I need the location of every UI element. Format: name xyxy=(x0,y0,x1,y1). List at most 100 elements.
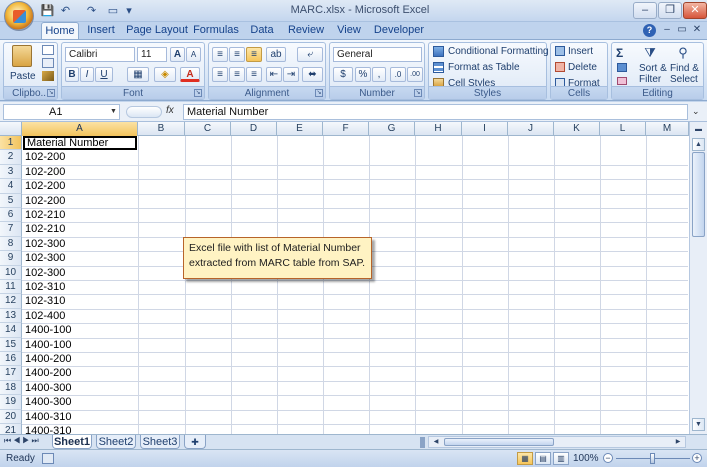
copy-icon[interactable] xyxy=(42,58,54,68)
row-header[interactable]: 2 xyxy=(0,150,22,165)
decrease-decimal-button[interactable]: .00 xyxy=(407,67,423,82)
row-header[interactable]: 9 xyxy=(0,251,22,266)
format-as-table-button[interactable]: Format as Table xyxy=(448,62,520,73)
clear-icon[interactable] xyxy=(617,77,627,85)
insert-sheet-icon[interactable]: ✚ xyxy=(184,435,206,449)
merge-center-icon[interactable]: ⬌ xyxy=(302,67,323,82)
italic-button[interactable]: I xyxy=(80,67,94,82)
insert-function-icon[interactable]: fx xyxy=(166,105,174,116)
column-header-a[interactable]: A xyxy=(22,122,138,136)
column-header-k[interactable]: K xyxy=(554,122,600,136)
row-header[interactable]: 11 xyxy=(0,280,22,295)
name-box-dropdown-icon[interactable]: ▼ xyxy=(110,108,117,115)
cell[interactable]: 1400-310 xyxy=(23,424,137,434)
cell[interactable]: 1400-100 xyxy=(23,323,137,337)
column-header-c[interactable]: C xyxy=(185,122,231,136)
tab-developer[interactable]: Developer xyxy=(370,22,428,39)
decrease-indent-icon[interactable]: ⇤ xyxy=(266,67,282,82)
cell[interactable]: 102-200 xyxy=(23,194,137,208)
cell[interactable]: 102-400 xyxy=(23,309,137,323)
align-center-icon[interactable]: ≡ xyxy=(229,67,245,82)
cell[interactable]: 102-310 xyxy=(23,294,137,308)
row-header[interactable]: 19 xyxy=(0,395,22,410)
close-button[interactable]: ✕ xyxy=(683,2,707,19)
font-name-combo[interactable]: Calibri xyxy=(65,47,135,62)
column-header-b[interactable]: B xyxy=(138,122,185,136)
scroll-down-icon[interactable]: ▼ xyxy=(692,418,705,431)
tab-home[interactable]: Home xyxy=(41,22,79,39)
minimize-button[interactable]: – xyxy=(633,2,657,19)
tab-review[interactable]: Review xyxy=(284,22,328,39)
column-header-g[interactable]: G xyxy=(369,122,415,136)
sheet-tab-sheet3[interactable]: Sheet3 xyxy=(140,435,180,449)
help-icon[interactable]: ? xyxy=(643,24,656,37)
cell[interactable]: 102-210 xyxy=(23,222,137,236)
horizontal-scrollbar[interactable]: ◀ ▶ xyxy=(428,436,686,448)
font-launcher-icon[interactable]: ↘ xyxy=(194,89,202,97)
cell[interactable]: 102-300 xyxy=(23,266,137,280)
row-header[interactable]: 7 xyxy=(0,222,22,237)
paste-icon[interactable] xyxy=(12,45,32,67)
find-select-label-2[interactable]: Select xyxy=(670,74,698,85)
cell[interactable]: 1400-200 xyxy=(23,352,137,366)
formula-input[interactable]: Material Number xyxy=(183,104,688,120)
name-box[interactable]: A1 xyxy=(3,104,120,120)
fill-color-button[interactable]: ◈ xyxy=(154,67,176,82)
font-size-combo[interactable]: 11 xyxy=(137,47,167,62)
number-launcher-icon[interactable]: ↘ xyxy=(414,89,422,97)
font-color-button[interactable]: A xyxy=(180,67,200,82)
cell[interactable]: 1400-300 xyxy=(23,395,137,409)
sheet-nav-arrows-icon[interactable]: ⏮◀▶⏭ xyxy=(4,436,41,446)
scroll-left-icon[interactable]: ◀ xyxy=(430,437,442,447)
underline-button[interactable]: U xyxy=(95,67,113,82)
currency-button[interactable]: $ xyxy=(333,67,353,82)
row-header[interactable]: 14 xyxy=(0,323,22,338)
wrap-text-icon[interactable]: ⤶ xyxy=(297,47,323,62)
tab-insert[interactable]: Insert xyxy=(82,22,120,39)
workbook-minimize-button[interactable]: – xyxy=(660,24,674,37)
fill-icon[interactable] xyxy=(617,63,627,72)
qat-customize-icon[interactable]: ▾ xyxy=(124,4,134,18)
increase-decimal-button[interactable]: .0 xyxy=(390,67,406,82)
row-header[interactable]: 18 xyxy=(0,380,22,396)
increase-indent-icon[interactable]: ⇥ xyxy=(283,67,299,82)
row-header[interactable]: 15 xyxy=(0,337,22,352)
tab-split-handle[interactable] xyxy=(420,437,425,448)
zoom-slider-thumb[interactable] xyxy=(650,453,655,464)
cell[interactable]: 1400-300 xyxy=(23,381,137,395)
grow-font-button[interactable]: A xyxy=(170,47,185,62)
paste-button-label[interactable]: Paste xyxy=(10,71,36,82)
cell[interactable]: 102-200 xyxy=(23,179,137,193)
alignment-launcher-icon[interactable]: ↘ xyxy=(315,89,323,97)
clipboard-launcher-icon[interactable]: ↘ xyxy=(47,89,55,97)
row-header[interactable]: 3 xyxy=(0,164,22,180)
macro-record-icon[interactable] xyxy=(42,453,54,464)
select-all-corner[interactable] xyxy=(0,122,22,136)
column-header-i[interactable]: I xyxy=(462,122,508,136)
orientation-icon[interactable]: ab xyxy=(266,47,286,62)
cell[interactable]: 1400-200 xyxy=(23,366,137,380)
normal-view-icon[interactable]: ▦ xyxy=(517,452,533,465)
cell[interactable]: 102-300 xyxy=(23,251,137,265)
row-header[interactable]: 21 xyxy=(0,424,22,434)
tab-formulas[interactable]: Formulas xyxy=(192,22,240,39)
vertical-scrollbar[interactable]: ▬ ▲ ▼ xyxy=(689,122,707,434)
column-header-f[interactable]: F xyxy=(323,122,369,136)
sort-filter-label-1[interactable]: Sort & xyxy=(639,63,667,74)
shrink-font-button[interactable]: A xyxy=(186,47,201,62)
open-folder-icon[interactable]: ▭ xyxy=(104,4,122,18)
row-header[interactable]: 16 xyxy=(0,352,22,367)
column-header-m[interactable]: M xyxy=(646,122,689,136)
sort-filter-label-2[interactable]: Filter xyxy=(639,74,661,85)
expand-formula-bar-icon[interactable]: ⌄ xyxy=(692,106,700,117)
cell-a1[interactable]: Material Number xyxy=(23,136,137,151)
cell[interactable]: 1400-100 xyxy=(23,338,137,352)
tab-view[interactable]: View xyxy=(331,22,367,39)
align-left-icon[interactable]: ≡ xyxy=(212,67,228,82)
column-header-d[interactable]: D xyxy=(231,122,277,136)
cell[interactable]: 102-300 xyxy=(23,237,137,251)
row-header[interactable]: 20 xyxy=(0,409,22,424)
sheet-tab-sheet1[interactable]: Sheet1 xyxy=(52,435,92,449)
zoom-in-icon[interactable]: + xyxy=(692,453,702,463)
zoom-level[interactable]: 100% xyxy=(573,453,599,464)
